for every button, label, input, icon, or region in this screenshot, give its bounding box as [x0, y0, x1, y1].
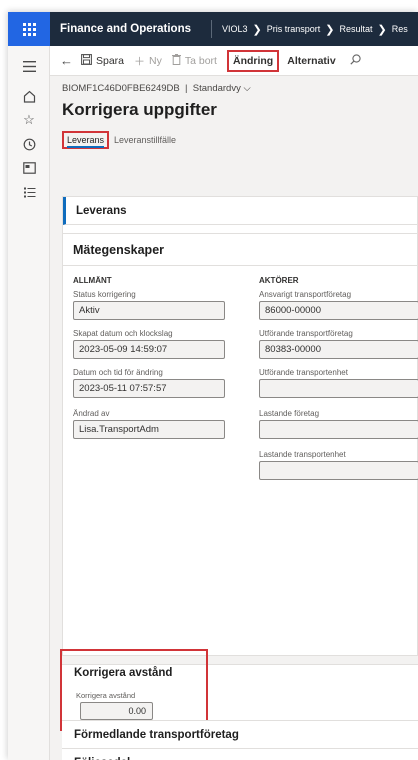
divider [211, 20, 212, 38]
general-heading: ALLMÄNT [73, 276, 112, 285]
breadcrumb-company[interactable]: VIOL3 [222, 24, 248, 34]
responsible-carrier-field[interactable]: 86000-00000 [259, 301, 418, 320]
changed-field[interactable]: 2023-05-11 07:57:57 [73, 379, 225, 398]
executing-carrier-label: Utförande transportföretag [259, 329, 353, 338]
chevron-down-icon[interactable]: ⌵ [243, 83, 250, 94]
executing-unit-label: Utförande transportenhet [259, 368, 348, 377]
measurement-properties-title[interactable]: Mätegenskaper [63, 234, 418, 266]
back-arrow-icon[interactable]: ← [60, 53, 73, 68]
actors-heading: AKTÖRER [259, 276, 299, 285]
change-tab-button[interactable]: Ändring [226, 49, 280, 72]
waffle-icon [22, 22, 36, 36]
executing-carrier-field[interactable]: 80383-00000 [259, 340, 418, 359]
loading-company-field[interactable] [259, 420, 418, 439]
app-title[interactable]: Finance and Operations [50, 23, 191, 35]
workspaces-icon[interactable] [19, 158, 39, 178]
changed-label: Datum och tid för ändring [73, 368, 163, 377]
main-content: ← Spara ＋ Ny Ta bort Ändring Alternativ [50, 46, 418, 760]
waybill-section-header[interactable]: Följesedel [62, 748, 418, 760]
page-tabs: Leverans Leveranstillfälle [62, 131, 418, 149]
page-header: BIOMF1C46D0FBE6249DB | Standardvy ⌵ Korr… [50, 76, 418, 149]
new-label: Ny [149, 54, 162, 67]
created-field[interactable]: 2023-05-09 14:59:07 [73, 340, 225, 359]
breadcrumb-item[interactable]: Resultat [339, 24, 372, 34]
status-label: Status korrigering [73, 290, 136, 299]
delete-button[interactable]: Ta bort [171, 53, 217, 68]
view-selector[interactable]: Standardvy [193, 83, 241, 94]
nav-rail: ☆ [8, 46, 50, 760]
correct-distance-input[interactable]: 0.00 [80, 702, 153, 720]
action-pane: ← Spara ＋ Ny Ta bort Ändring Alternativ [50, 46, 418, 76]
broker-section-header[interactable]: Förmedlande transportföretag [62, 720, 418, 748]
chevron-right-icon: ❯ [252, 23, 262, 36]
save-label: Spara [96, 54, 125, 67]
loading-unit-field[interactable] [259, 461, 418, 480]
executing-unit-field[interactable] [259, 379, 418, 398]
modules-list-icon[interactable] [19, 182, 39, 202]
measurement-properties-section: Mätegenskaper ALLMÄNT Status korrigering… [63, 233, 418, 653]
created-label: Skapat datum och klockslag [73, 329, 173, 338]
home-icon[interactable] [19, 86, 39, 106]
correct-distance-label: Korrigera avstånd [76, 691, 136, 700]
star-icon[interactable]: ☆ [19, 110, 39, 130]
tab-leverans-label: Leverans [67, 135, 105, 148]
save-icon [81, 53, 92, 68]
hamburger-menu-icon[interactable] [19, 56, 39, 76]
status-field[interactable]: Aktiv [73, 301, 225, 320]
breadcrumb-item[interactable]: Pris transport [267, 24, 321, 34]
leverans-card: Leverans Mätegenskaper ALLMÄNT Status ko… [62, 196, 418, 656]
new-button[interactable]: ＋ Ny [134, 53, 162, 69]
loading-company-label: Lastande företag [259, 409, 320, 418]
page-title: Korrigera uppgifter [62, 100, 217, 119]
chevron-right-icon: ❯ [325, 23, 335, 36]
separator: | [182, 83, 193, 94]
chevron-right-icon: ❯ [377, 23, 387, 36]
correct-distance-title[interactable]: Korrigera avstånd [74, 667, 172, 679]
tab-leverans[interactable]: Leverans [62, 131, 110, 149]
breadcrumb: VIOL3 ❯ Pris transport ❯ Resultat ❯ Res [222, 23, 408, 36]
options-tab-button[interactable]: Alternativ [287, 55, 335, 67]
changed-by-field[interactable]: Lisa.TransportAdm [73, 420, 225, 439]
record-identifier: BIOMF1C46D0FBE6249DB | Standardvy ⌵ [62, 83, 418, 94]
delete-label: Ta bort [184, 54, 217, 67]
leverans-header[interactable]: Leverans [63, 197, 417, 225]
tab-leveranstillfalle[interactable]: Leveranstillfälle [114, 135, 176, 145]
save-button[interactable]: Spara [81, 53, 125, 68]
plus-icon: ＋ [134, 55, 146, 68]
record-id: BIOMF1C46D0FBE6249DB [62, 83, 180, 94]
changed-by-label: Ändrad av [73, 409, 110, 418]
top-nav-bar: Finance and Operations VIOL3 ❯ Pris tran… [8, 12, 418, 46]
breadcrumb-item[interactable]: Res [392, 24, 408, 34]
clock-icon[interactable] [19, 134, 39, 154]
search-icon[interactable] [350, 53, 361, 68]
app-window: Finance and Operations VIOL3 ❯ Pris tran… [8, 12, 418, 760]
app-launcher-button[interactable] [8, 12, 50, 46]
loading-unit-label: Lastande transportenhet [259, 450, 346, 459]
trash-icon [171, 53, 181, 68]
responsible-carrier-label: Ansvarigt transportföretag [259, 290, 352, 299]
